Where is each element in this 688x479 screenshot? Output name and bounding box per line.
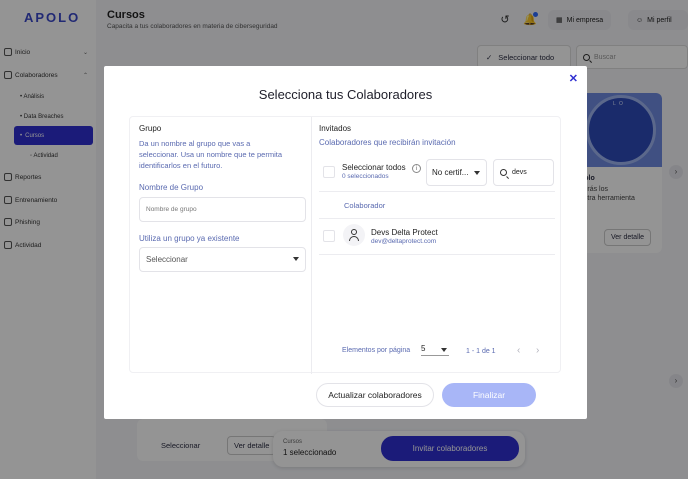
certification-filter-select[interactable]: No certif... bbox=[426, 159, 487, 186]
collaborator-search-input[interactable]: devs bbox=[493, 159, 554, 186]
group-name-placeholder: Nombre de grupo bbox=[146, 206, 197, 213]
user-icon-body bbox=[349, 236, 359, 241]
modal-panel: Grupo Da un nombre al grupo que vas a se… bbox=[129, 116, 561, 374]
update-collaborators-button[interactable]: Actualizar colaboradores bbox=[316, 383, 434, 407]
row-checkbox[interactable] bbox=[323, 230, 335, 242]
existing-group-select[interactable]: Seleccionar bbox=[139, 247, 306, 272]
page-size-select[interactable]: 5 bbox=[421, 344, 449, 356]
certification-filter-value: No certif... bbox=[432, 168, 469, 177]
divider bbox=[319, 218, 555, 219]
collaborator-email: dev@deltaprotect.com bbox=[371, 238, 437, 245]
existing-group-label: Utiliza un grupo ya existente bbox=[139, 234, 240, 243]
caret-down-icon bbox=[293, 257, 299, 261]
search-icon bbox=[500, 169, 507, 176]
close-icon[interactable]: ✕ bbox=[569, 72, 578, 85]
user-icon bbox=[351, 229, 357, 235]
divider bbox=[311, 117, 312, 374]
invited-description: Colaboradores que recibirán invitación bbox=[319, 138, 456, 147]
group-name-input[interactable]: Nombre de grupo bbox=[139, 197, 306, 222]
finish-button[interactable]: Finalizar bbox=[442, 383, 536, 407]
existing-group-value: Seleccionar bbox=[146, 255, 188, 264]
pagination-range: 1 - 1 de 1 bbox=[466, 348, 496, 355]
group-name-label: Nombre de Grupo bbox=[139, 183, 204, 192]
selected-count: 0 seleccionados bbox=[342, 173, 389, 180]
invited-heading: Invitados bbox=[319, 124, 352, 133]
search-value: devs bbox=[512, 169, 527, 176]
divider bbox=[319, 191, 555, 192]
caret-down-icon bbox=[474, 171, 480, 175]
caret-down-icon bbox=[441, 348, 447, 352]
select-all-label: Seleccionar todos bbox=[342, 163, 406, 172]
page-size-label: Elementos por página bbox=[342, 347, 411, 354]
page-size-value: 5 bbox=[421, 344, 426, 353]
group-heading: Grupo bbox=[139, 124, 162, 133]
chevron-left-icon[interactable]: ‹ bbox=[517, 345, 520, 356]
select-all-checkbox[interactable] bbox=[323, 166, 335, 178]
divider bbox=[319, 254, 555, 255]
collaborator-name: Devs Delta Protect bbox=[371, 228, 438, 237]
avatar bbox=[343, 224, 365, 246]
select-collaborators-modal: ✕ Selecciona tus Colaboradores Grupo Da … bbox=[104, 66, 587, 419]
modal-title: Selecciona tus Colaboradores bbox=[258, 87, 433, 102]
column-header-colaborador: Colaborador bbox=[344, 201, 386, 210]
info-icon[interactable]: i bbox=[412, 164, 421, 173]
chevron-right-icon[interactable]: › bbox=[536, 345, 539, 356]
group-description: Da un nombre al grupo que vas a seleccio… bbox=[139, 139, 282, 170]
